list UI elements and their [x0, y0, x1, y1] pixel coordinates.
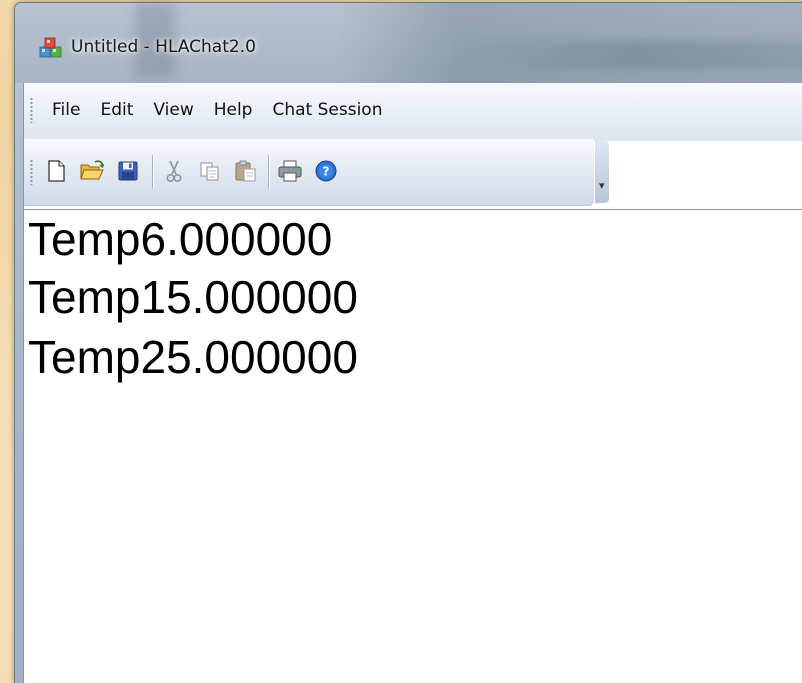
- cut-scissors-icon: [166, 160, 182, 183]
- hlachat-app-icon[interactable]: [39, 36, 63, 60]
- document-line: Temp15.000000: [28, 271, 358, 323]
- print-button[interactable]: [276, 157, 304, 185]
- document-line: Temp6.000000: [28, 213, 333, 265]
- help-icon: ?: [315, 160, 337, 182]
- toolbar-separator: [268, 155, 269, 189]
- window-title: Untitled - HLAChat2.0: [71, 37, 256, 57]
- paste-icon: [235, 160, 256, 182]
- save-floppy-icon: [118, 161, 138, 181]
- open-button[interactable]: [78, 157, 106, 185]
- document-text-area[interactable]: Temp6.000000 Temp15.000000 Temp25.000000: [24, 210, 802, 683]
- new-button[interactable]: [42, 157, 70, 185]
- menu-file[interactable]: File: [42, 96, 90, 124]
- toolbar: ? ▾: [24, 139, 609, 209]
- open-folder-icon: [80, 160, 105, 180]
- cut-button[interactable]: [160, 157, 188, 185]
- copy-button[interactable]: [196, 157, 224, 185]
- menu-chat-session[interactable]: Chat Session: [262, 96, 392, 124]
- svg-text:?: ?: [323, 165, 330, 179]
- document-line: Temp25.000000: [28, 331, 358, 383]
- save-button[interactable]: [114, 157, 142, 185]
- paste-button[interactable]: [232, 157, 260, 185]
- menu-view[interactable]: View: [143, 96, 203, 124]
- print-icon: [278, 160, 302, 182]
- menu-strip: File Edit View Help Chat Session: [24, 95, 392, 125]
- menu-edit[interactable]: Edit: [90, 96, 143, 124]
- menu-bar: File Edit View Help Chat Session: [24, 83, 802, 141]
- toolbar-separator: [152, 155, 153, 189]
- toolbar-overflow-icon: ▾: [599, 179, 605, 192]
- title-bar[interactable]: Untitled - HLAChat2.0: [15, 3, 802, 83]
- app-window: Untitled - HLAChat2.0 File Edit View Hel…: [14, 2, 802, 683]
- client-area: File Edit View Help Chat Session ? ▾ Tem…: [23, 83, 802, 683]
- menu-help[interactable]: Help: [204, 96, 263, 124]
- toolbar-grip-handle[interactable]: [30, 159, 33, 185]
- copy-icon: [200, 162, 219, 181]
- new-document-icon: [48, 160, 65, 182]
- toolbar-overflow-button[interactable]: [595, 141, 609, 203]
- help-button[interactable]: ?: [312, 157, 340, 185]
